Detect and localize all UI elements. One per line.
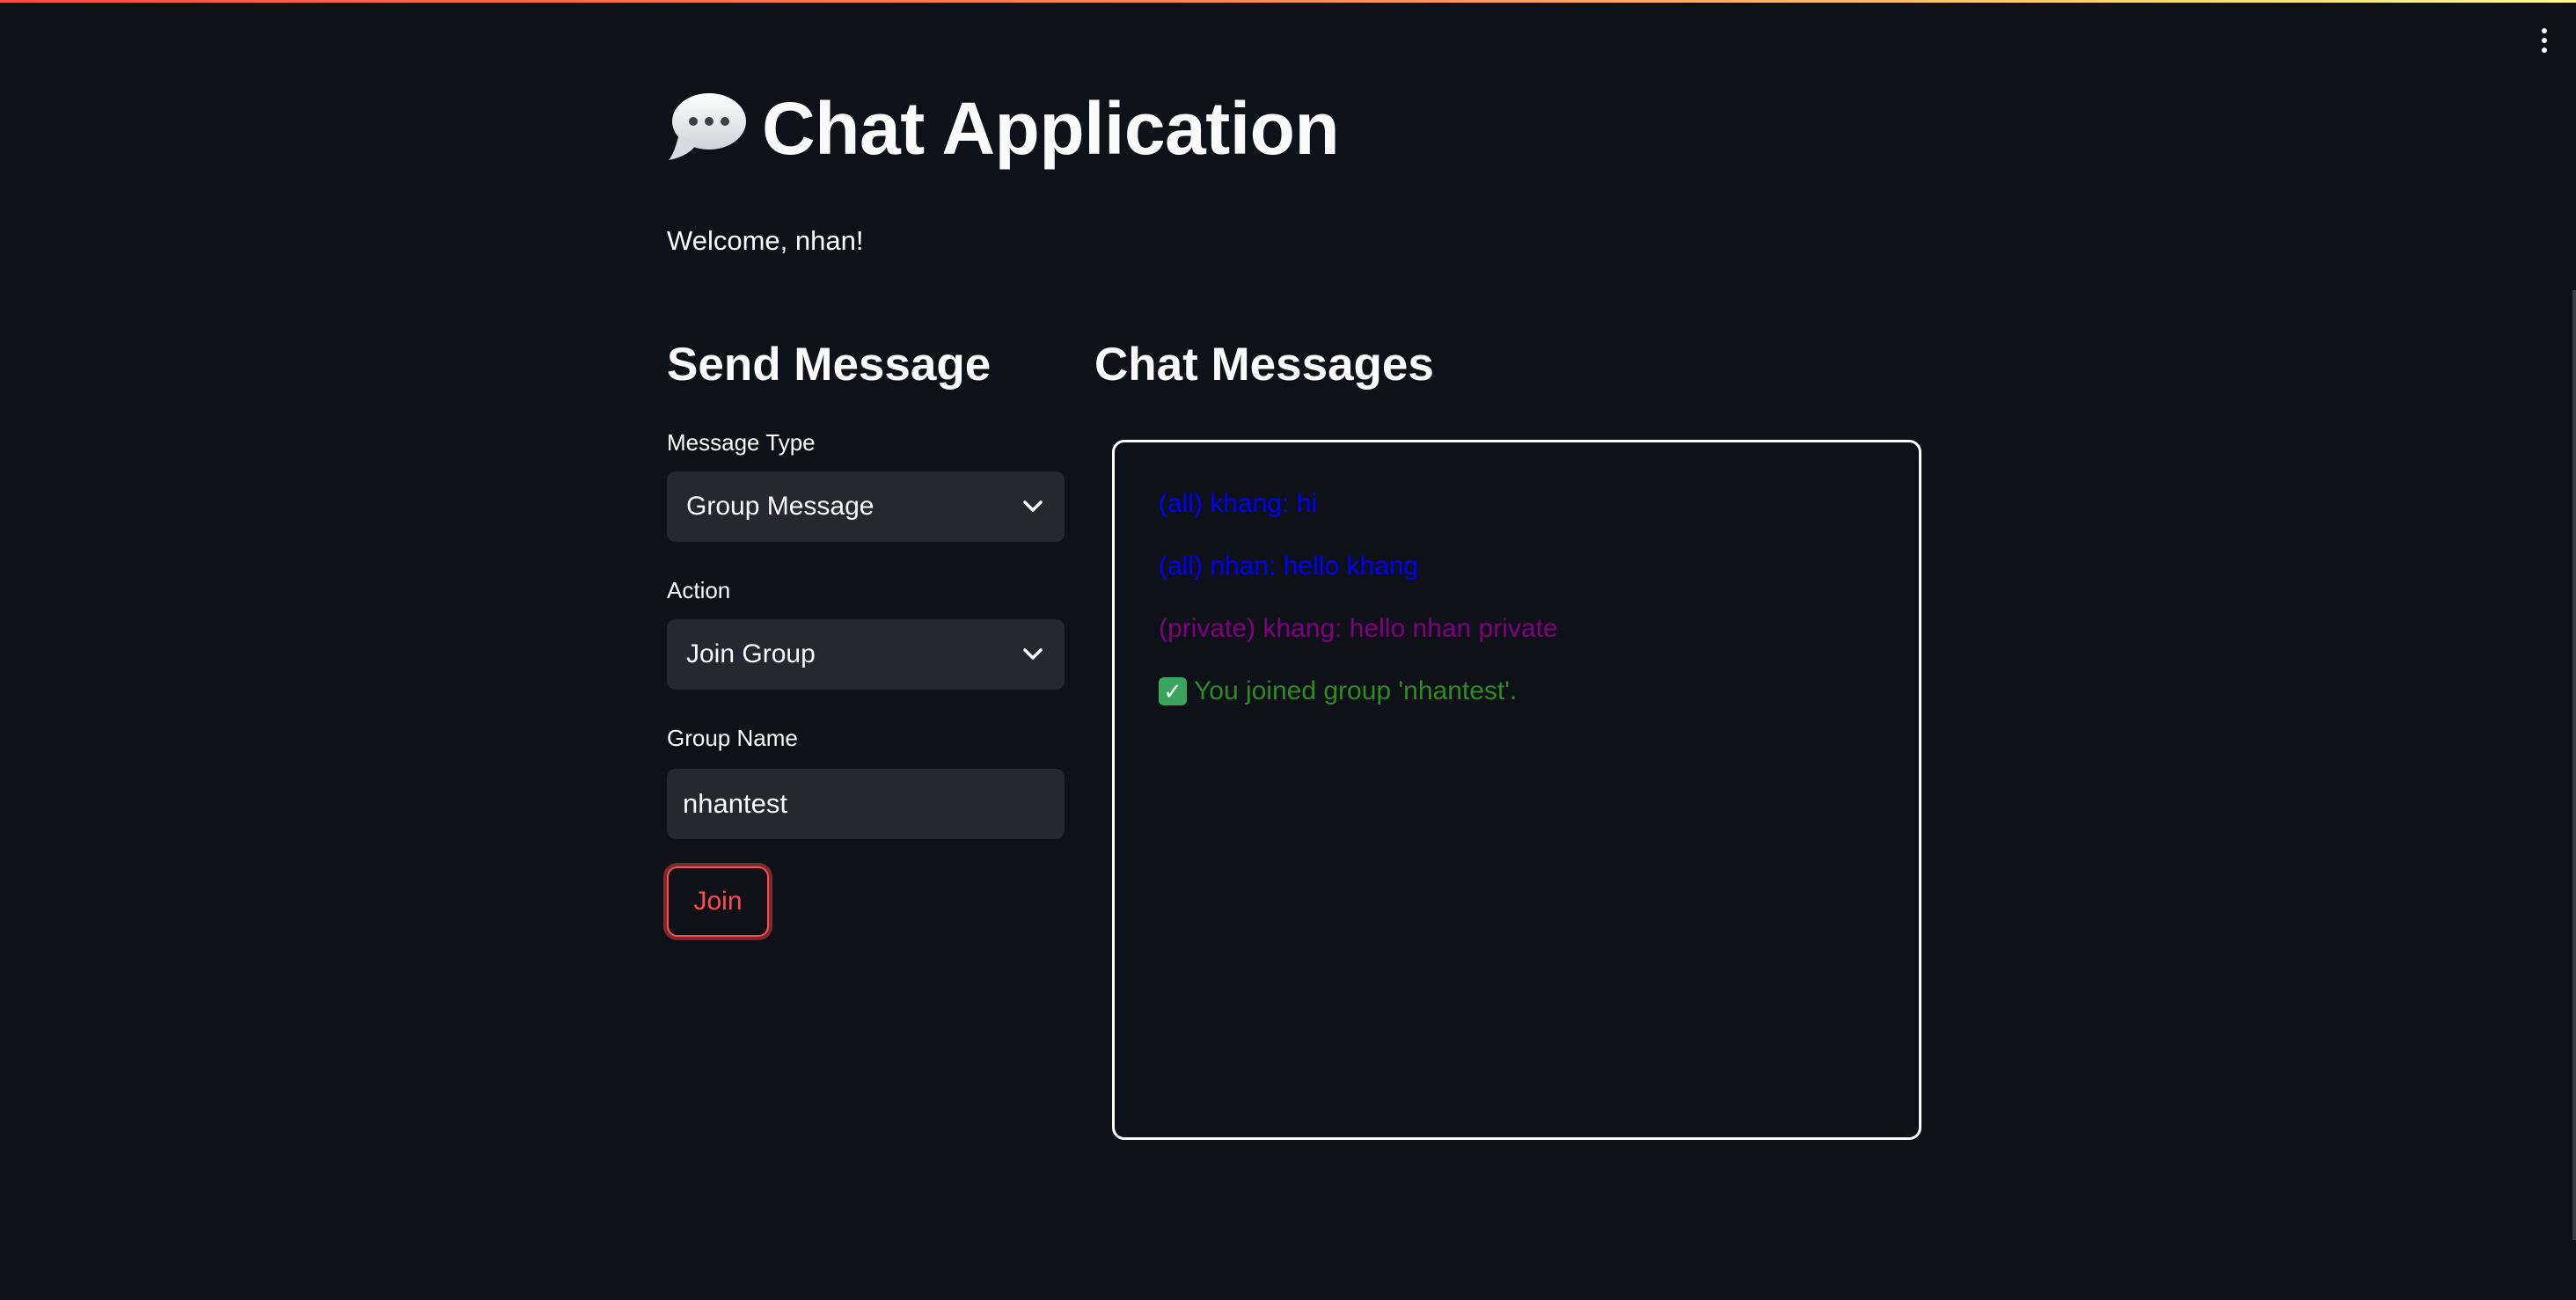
- welcome-text: Welcome, nhan!: [667, 225, 864, 256]
- chat-message: (private) khang: hello nhan private: [1159, 613, 1875, 645]
- menu-dot: [2542, 38, 2547, 43]
- chat-message: (all) nhan: hello khang: [1159, 551, 1875, 582]
- chat-message-text: (all) khang: hi: [1159, 489, 1318, 518]
- check-icon: ✓: [1159, 677, 1187, 705]
- chevron-down-icon: [1021, 494, 1045, 519]
- message-type-value: Group Message: [686, 492, 875, 521]
- chat-messages-title: Chat Messages: [1094, 339, 1434, 391]
- group-name-input[interactable]: [667, 769, 1065, 839]
- chat-messages-panel: Chat Messages (all) khang: hi (all) nhan…: [1094, 334, 1925, 1140]
- message-type-label: Message Type: [667, 429, 816, 456]
- page-header: Chat Application: [667, 87, 1340, 170]
- menu-dot: [2542, 28, 2547, 33]
- chat-message-text: You joined group 'nhantest'.: [1194, 676, 1518, 705]
- message-type-select[interactable]: Group Message: [667, 471, 1065, 542]
- chat-message: ✓ You joined group 'nhantest'.: [1159, 676, 1875, 707]
- action-label: Action: [667, 577, 731, 603]
- action-select[interactable]: Join Group: [667, 619, 1065, 690]
- top-decoration-bar: [0, 0, 2576, 3]
- scrollbar[interactable]: [2572, 290, 2576, 1240]
- action-value: Join Group: [686, 639, 816, 668]
- page-title: Chat Application: [762, 87, 1340, 170]
- join-button[interactable]: Join: [667, 866, 769, 937]
- chat-message-text: (private) khang: hello nhan private: [1159, 614, 1558, 643]
- chevron-down-icon: [1021, 642, 1045, 667]
- chat-message-text: (all) nhan: hello khang: [1159, 551, 1419, 581]
- chat-message-list[interactable]: (all) khang: hi (all) nhan: hello khang …: [1112, 440, 1921, 1140]
- kebab-menu-icon[interactable]: [2534, 23, 2555, 58]
- chat-message: (all) khang: hi: [1159, 488, 1875, 520]
- group-name-label: Group Name: [667, 725, 798, 751]
- send-message-title: Send Message: [667, 339, 992, 391]
- menu-dot: [2542, 47, 2547, 53]
- speech-bubble-icon: [667, 88, 748, 169]
- send-message-panel: Send Message Message Type Group Message …: [667, 334, 1065, 937]
